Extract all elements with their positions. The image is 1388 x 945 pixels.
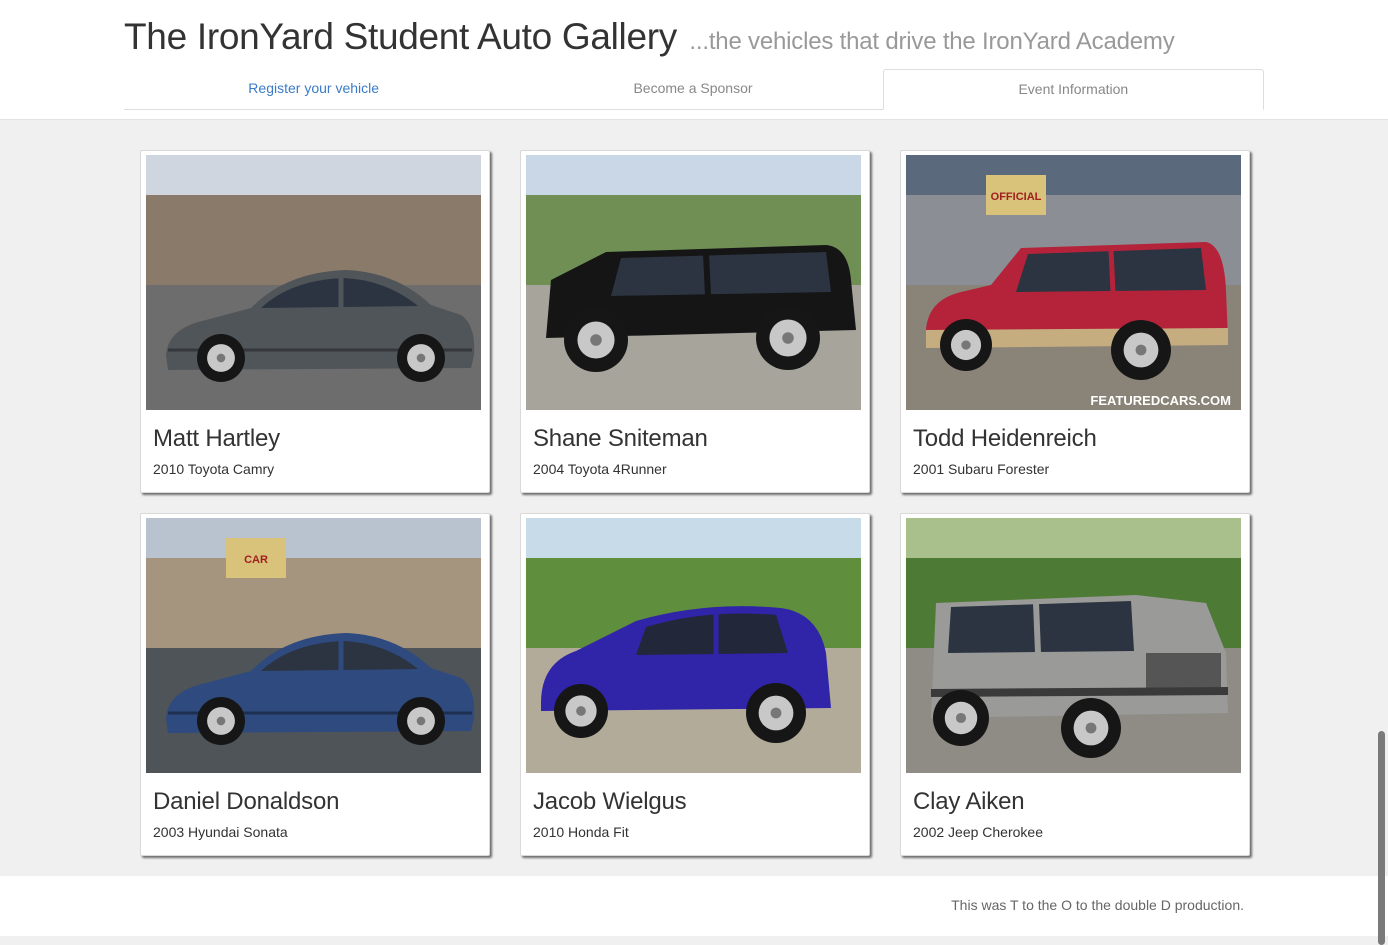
vehicle-card[interactable]: OFFICIAL FEATUREDCARS.COM Todd Heidenreic… bbox=[900, 150, 1250, 493]
tab-event-information[interactable]: Event Information bbox=[882, 69, 1264, 110]
nav-tabs: Register your vehicle Become a Sponsor E… bbox=[124, 69, 1264, 110]
vehicle-photo[interactable] bbox=[526, 518, 861, 773]
vehicle-photo[interactable]: CAR bbox=[146, 518, 481, 773]
owner-name: Shane Sniteman bbox=[533, 425, 708, 452]
vehicle-card[interactable]: CAR Daniel Donaldson 2003 Hyundai Sonata bbox=[140, 513, 490, 856]
site-title: The IronYard Student Auto Gallery bbox=[124, 16, 677, 57]
car-photo-1 bbox=[526, 155, 861, 410]
vehicle-photo[interactable] bbox=[526, 155, 861, 410]
owner-name: Jacob Wielgus bbox=[533, 788, 687, 815]
vehicle-model: 2004 Toyota 4Runner bbox=[533, 461, 667, 477]
owner-name: Matt Hartley bbox=[153, 425, 280, 452]
vehicle-photo[interactable] bbox=[146, 155, 481, 410]
owner-name: Todd Heidenreich bbox=[913, 425, 1097, 452]
footer-credit: This was T to the O to the double D prod… bbox=[951, 897, 1244, 913]
car-photo-0 bbox=[146, 155, 481, 410]
car-photo-3: CAR bbox=[146, 518, 481, 773]
svg-text:FEATUREDCARS.COM: FEATUREDCARS.COM bbox=[1090, 393, 1231, 408]
svg-text:OFFICIAL: OFFICIAL bbox=[991, 191, 1042, 203]
car-photo-2: OFFICIAL FEATUREDCARS.COM bbox=[906, 155, 1241, 410]
site-header: The IronYard Student Auto Gallery ...the… bbox=[0, 0, 1388, 120]
tab-register-vehicle[interactable]: Register your vehicle bbox=[124, 69, 503, 109]
vehicle-model: 2003 Hyundai Sonata bbox=[153, 824, 288, 840]
car-photo-5 bbox=[906, 518, 1241, 773]
site-footer: This was T to the O to the double D prod… bbox=[0, 876, 1388, 936]
site-subtitle: ...the vehicles that drive the IronYard … bbox=[689, 28, 1175, 55]
owner-name: Daniel Donaldson bbox=[153, 788, 340, 815]
vehicle-card[interactable]: Jacob Wielgus 2010 Honda Fit bbox=[520, 513, 870, 856]
vehicle-model: 2010 Toyota Camry bbox=[153, 461, 275, 477]
vehicle-photo[interactable] bbox=[906, 518, 1241, 773]
vehicle-model: 2002 Jeep Cherokee bbox=[913, 824, 1043, 840]
vehicle-card[interactable]: Shane Sniteman 2004 Toyota 4Runner bbox=[520, 150, 870, 493]
vehicle-photo[interactable]: OFFICIAL FEATUREDCARS.COM bbox=[906, 155, 1241, 410]
car-photo-4 bbox=[526, 518, 861, 773]
vehicle-card[interactable]: Clay Aiken 2002 Jeep Cherokee bbox=[900, 513, 1250, 856]
owner-name: Clay Aiken bbox=[913, 788, 1025, 815]
vehicle-model: 2010 Honda Fit bbox=[533, 824, 629, 840]
scrollbar-thumb[interactable] bbox=[1378, 731, 1385, 945]
tab-become-sponsor[interactable]: Become a Sponsor bbox=[503, 69, 882, 109]
vehicle-model: 2001 Subaru Forester bbox=[913, 461, 1050, 477]
svg-text:CAR: CAR bbox=[244, 554, 268, 566]
vehicle-card[interactable]: Matt Hartley 2010 Toyota Camry bbox=[140, 150, 490, 493]
title-row: The IronYard Student Auto Gallery ...the… bbox=[124, 16, 1175, 58]
